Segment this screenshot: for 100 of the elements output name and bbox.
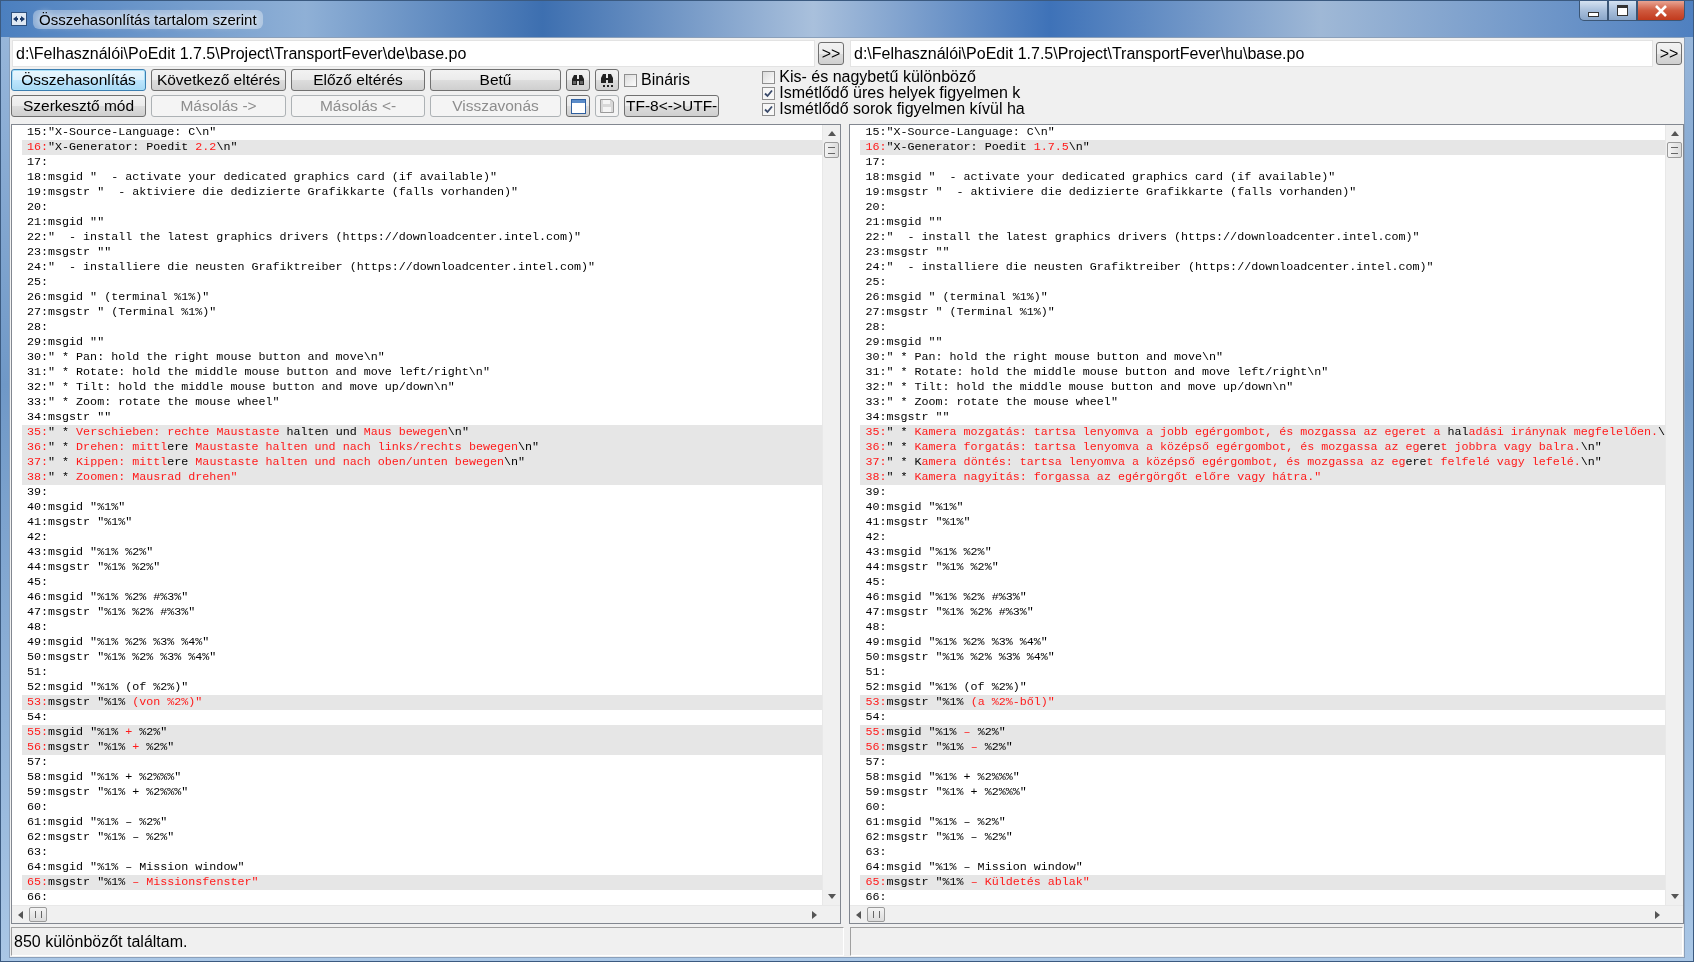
window-icon (570, 98, 586, 114)
code-line: 17: (865, 155, 888, 170)
code-line: 41:msgstr "%1%" (27, 515, 134, 530)
code-line: 43:msgid "%1% %2%" (27, 545, 155, 560)
code-line: 61:msgid "%1% – %2%" (865, 815, 1007, 830)
code-line: 62:msgstr "%1% – %2%" (27, 830, 176, 845)
code-line: 51: (27, 665, 50, 680)
code-line: 23:msgstr "" (27, 245, 113, 260)
code-line: 46:msgid "%1% %2% #%3%" (865, 590, 1028, 605)
code-line: 64:msgid "%1% – Mission window" (27, 860, 246, 875)
code-line: 32:" * Tilt: hold the middle mouse button and move up/down\n" (27, 380, 456, 395)
code-line: 27:msgstr " (Terminal %1%)" (27, 305, 218, 320)
window-button[interactable] (566, 95, 590, 117)
file-path-field[interactable]: d:\Felhasználói\PoEdit 1.7.5\Project\TransportFever\de\base.po (12, 40, 815, 67)
right-arrow-icon (1655, 910, 1660, 919)
minimize-button[interactable] (1579, 1, 1608, 21)
horizontal-scrollbar[interactable] (12, 905, 841, 923)
code-line: 40:msgid "%1%" (865, 500, 965, 515)
code-line: 21:msgid "" (27, 215, 106, 230)
checkbox-label[interactable]: Kis- és nagybetű különböző (779, 69, 976, 85)
code-line: 15:"X-Source-Language: C\n" (865, 125, 1056, 140)
code-line: 39: (865, 485, 888, 500)
code-line: 57: (27, 755, 50, 770)
code-line: 40:msgid "%1%" (27, 500, 127, 515)
up-arrow-icon (1670, 131, 1679, 136)
code-line: 33:" * Zoom: rotate the mouse wheel" (27, 395, 281, 410)
checkbox-label[interactable]: Ismétlődő üres helyek figyelmen k (779, 85, 1021, 101)
checkbox-label[interactable]: Bináris (641, 72, 690, 88)
code-line: 42: (865, 530, 888, 545)
code-line: 21:msgid "" (865, 215, 944, 230)
toolbar-button[interactable]: Előző eltérés (291, 69, 425, 91)
code-line: 18:msgid " - activate your dedicated graphics card (if available)" (865, 170, 1337, 185)
code-line: 44:msgstr "%1% %2%" (865, 560, 1000, 575)
code-line: 20: (865, 200, 888, 215)
browse-button[interactable]: >> (1656, 42, 1682, 65)
up-arrow-icon (827, 131, 836, 136)
file-path-field[interactable]: d:\Felhasználói\PoEdit 1.7.5\Project\TransportFever\hu\base.po (850, 40, 1653, 67)
checkbox-label[interactable]: Ismétlődő sorok figyelmen kívül ha (779, 101, 1025, 117)
maximize-button[interactable] (1608, 1, 1637, 21)
code-line: 63: (865, 845, 888, 860)
code-line: 26:msgid " (terminal %1%)" (865, 290, 1049, 305)
code-line: 19:msgstr " - aktiviere die dedizierte Grafikkarte (falls vorhanden)" (865, 185, 1358, 200)
checkbox[interactable] (762, 86, 776, 100)
code-line: 51: (865, 665, 888, 680)
checkbox[interactable] (762, 70, 776, 84)
code-line: 46:msgid "%1% %2% #%3%" (27, 590, 190, 605)
code-line: 26:msgid " (terminal %1%)" (27, 290, 211, 305)
code-line: 60: (27, 800, 50, 815)
code-line: 43:msgid "%1% %2%" (865, 545, 993, 560)
binoculars-icon (571, 73, 585, 87)
code-line: 54: (865, 710, 888, 725)
down-arrow-icon (1670, 894, 1679, 899)
status-text: 850 különbözőt találtam. (13, 932, 188, 951)
scroll-thumb[interactable] (1667, 142, 1682, 158)
code-line: 48: (27, 620, 50, 635)
toolbar-button[interactable]: Betű (430, 69, 561, 91)
checkbox[interactable] (762, 102, 776, 116)
code-line: 22:" - install the latest graphics drivers (https://downloadcenter.intel.com)" (27, 230, 583, 245)
toolbar-button[interactable]: Összehasonlítás (11, 69, 146, 91)
horizontal-scrollbar[interactable] (850, 905, 1683, 923)
code-line: 22:" - install the latest graphics drivers (https://downloadcenter.intel.com)" (865, 230, 1421, 245)
code-line: 32:" * Tilt: hold the middle mouse button and move up/down\n" (865, 380, 1295, 395)
binoculars-button[interactable] (566, 69, 590, 91)
code-line: 42: (27, 530, 50, 545)
vertical-scrollbar[interactable] (1665, 125, 1683, 905)
close-button[interactable] (1637, 1, 1685, 21)
code-line: 39: (27, 485, 50, 500)
code-line: 49:msgid "%1% %2% %3% %4%" (865, 635, 1049, 650)
code-line: 17: (27, 155, 50, 170)
scroll-thumb[interactable] (29, 907, 47, 922)
code-line: 57: (865, 755, 888, 770)
close-icon (1654, 4, 1668, 17)
browse-button[interactable]: >> (818, 42, 844, 65)
binoculars-icon (600, 72, 614, 88)
toolbar-button[interactable]: TF-8<->UTF- (624, 95, 720, 117)
checkbox[interactable] (624, 73, 637, 87)
code-line: 62:msgstr "%1% – %2%" (865, 830, 1014, 845)
down-arrow-icon (827, 894, 836, 899)
code-line: 33:" * Zoom: rotate the mouse wheel" (865, 395, 1119, 410)
app-icon (11, 12, 27, 26)
code-line: 25: (27, 275, 50, 290)
scroll-thumb[interactable] (867, 907, 886, 922)
right-arrow-icon (812, 910, 818, 919)
code-line: 49:msgid "%1% %2% %3% %4%" (27, 635, 211, 650)
code-line: 58:msgid "%1% + %2%%%" (865, 770, 1021, 785)
code-line: 30:" * Pan: hold the right mouse button and move\n" (865, 350, 1225, 365)
code-line: 31:" * Rotate: hold the middle mouse button and move left/right\n" (27, 365, 491, 380)
toolbar-button[interactable]: Szerkesztő mód (11, 95, 146, 117)
code-line: 47:msgstr "%1% %2% #%3%" (27, 605, 197, 620)
code-line: 29:msgid "" (27, 335, 106, 350)
code-line: 44:msgstr "%1% %2%" (27, 560, 162, 575)
code-line: 64:msgid "%1% – Mission window" (865, 860, 1084, 875)
vertical-scrollbar[interactable] (822, 125, 841, 905)
code-line: 28: (865, 320, 888, 335)
scroll-thumb[interactable] (824, 142, 840, 158)
toolbar-button[interactable]: Következő eltérés (151, 69, 286, 91)
code-line: 59:msgstr "%1% + %2%%%" (865, 785, 1028, 800)
code-line: 20: (27, 200, 50, 215)
binoculars-button[interactable] (595, 69, 619, 91)
code-line: 45: (27, 575, 50, 590)
